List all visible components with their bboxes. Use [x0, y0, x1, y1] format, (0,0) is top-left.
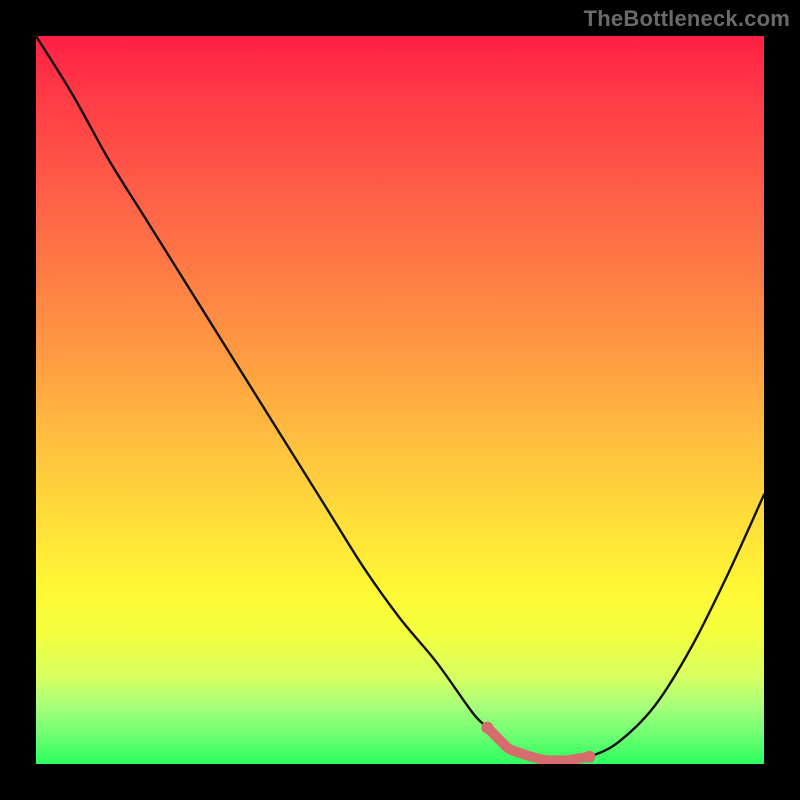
chart-svg	[36, 36, 764, 764]
bottleneck-curve	[36, 36, 764, 761]
watermark-text: TheBottleneck.com	[584, 6, 790, 32]
optimal-range-start-dot	[481, 722, 493, 734]
chart-container: TheBottleneck.com	[0, 0, 800, 800]
optimal-range-end-dot	[583, 751, 595, 763]
plot-area	[36, 36, 764, 764]
optimal-range-highlight	[487, 728, 589, 761]
